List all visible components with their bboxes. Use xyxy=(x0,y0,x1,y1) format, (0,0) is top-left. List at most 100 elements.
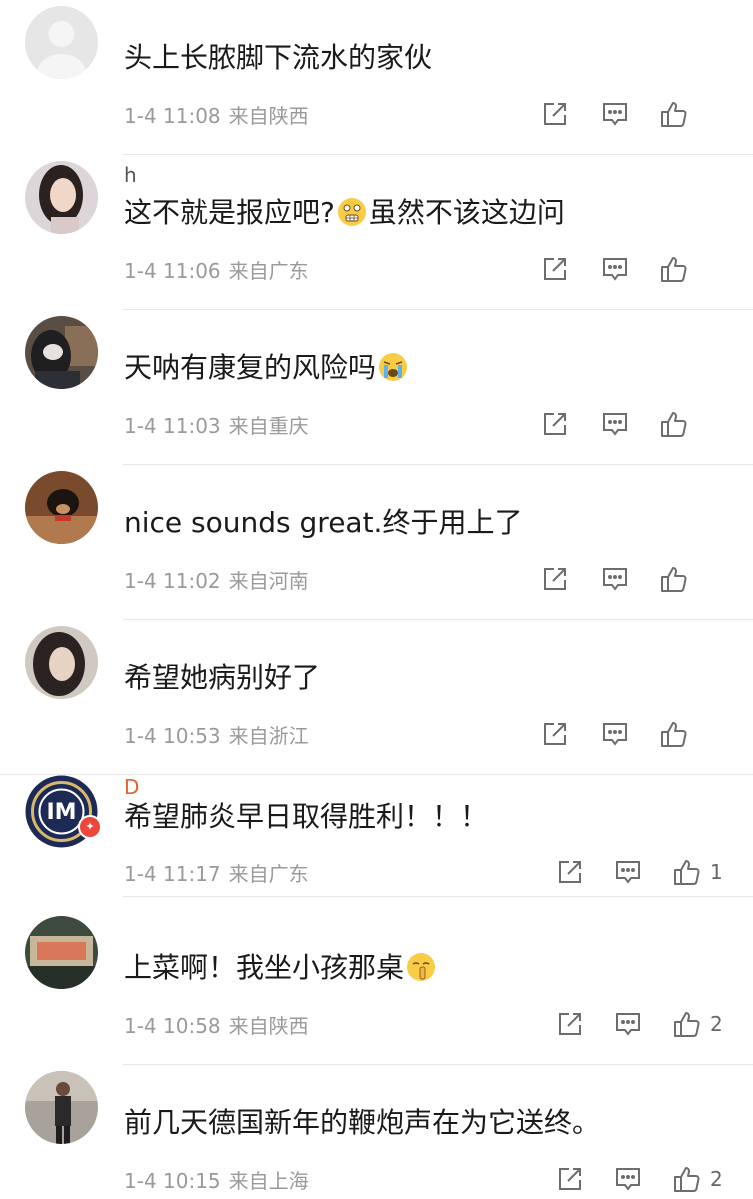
avatar[interactable] xyxy=(25,316,98,389)
divider xyxy=(123,896,753,897)
like-count: 1 xyxy=(710,860,723,884)
share-button[interactable] xyxy=(541,252,569,286)
reply-button[interactable] xyxy=(614,1007,642,1041)
like-button[interactable] xyxy=(659,562,697,596)
comment-location: 来自浙江 xyxy=(228,724,309,748)
like-button[interactable] xyxy=(659,407,697,441)
share-button[interactable] xyxy=(541,97,569,131)
avatar[interactable] xyxy=(25,626,98,699)
thumbs-up-icon xyxy=(674,860,700,885)
share-icon xyxy=(544,723,566,745)
comment-text-part: 上菜啊！我坐小孩那桌 xyxy=(124,951,405,984)
comment-meta: 1-4 10:15 来自上海 xyxy=(124,1165,309,1194)
avatar[interactable] xyxy=(25,471,98,544)
comment-location: 来自陕西 xyxy=(228,104,309,128)
svg-text:IM: IM xyxy=(46,800,76,825)
comment-meta: 1-4 10:53 来自浙江 xyxy=(124,720,309,749)
share-icon xyxy=(544,103,566,125)
reply-button[interactable] xyxy=(614,1162,642,1196)
share-button[interactable] xyxy=(541,562,569,596)
username[interactable]: h xyxy=(124,163,137,189)
comment-icon xyxy=(616,861,640,884)
share-icon xyxy=(559,1013,581,1035)
comment-text: 希望她病别好了 xyxy=(124,661,321,694)
comment-location: 来自广东 xyxy=(228,259,309,283)
share-button[interactable] xyxy=(541,717,569,751)
comment-date: 1-4 11:06 xyxy=(124,259,221,283)
comment-meta: 1-4 11:03 来自重庆 xyxy=(124,410,309,439)
share-button[interactable] xyxy=(541,407,569,441)
comment-actions: 1 xyxy=(556,855,731,889)
comment-date: 1-4 11:03 xyxy=(124,414,221,438)
thumbs-up-icon xyxy=(674,1012,700,1037)
comment-meta: 1-4 11:02 来自河南 xyxy=(124,565,309,594)
share-button[interactable] xyxy=(556,1007,584,1041)
comment-text: 前几天德国新年的鞭炮声在为它送终。 xyxy=(124,1106,601,1139)
comment-date: 1-4 11:08 xyxy=(124,104,221,128)
comment-location: 来自河南 xyxy=(228,569,309,593)
avatar[interactable] xyxy=(25,1071,98,1144)
comment-date: 1-4 11:02 xyxy=(124,569,221,593)
comment-item: 希望她病别好了 1-4 10:53 来自浙江 xyxy=(0,620,753,775)
comment-item: 天呐有康复的风险吗 1-4 11:03 来自重庆 xyxy=(0,310,753,465)
comment-item: 前几天德国新年的鞭炮声在为它送终。 1-4 10:15 来自上海 2 xyxy=(0,1065,753,1199)
shush-face-icon xyxy=(407,953,436,981)
comment-date: 1-4 10:58 xyxy=(124,1014,221,1038)
share-button[interactable] xyxy=(556,855,584,889)
avatar[interactable] xyxy=(25,916,98,989)
comment-icon xyxy=(603,258,627,281)
like-button[interactable]: 1 xyxy=(672,855,723,889)
share-button[interactable] xyxy=(556,1162,584,1196)
comment-meta: 1-4 11:08 来自陕西 xyxy=(124,100,309,129)
like-button[interactable]: 2 xyxy=(672,1162,723,1196)
comment-date: 1-4 11:17 xyxy=(124,862,221,886)
like-button[interactable] xyxy=(659,717,697,751)
comment-text: 上菜啊！我坐小孩那桌 xyxy=(124,948,438,988)
thumbs-up-icon xyxy=(661,257,687,282)
comment-item: IM ✦ D 希望肺炎早日取得胜利！！！ 1-4 11:17 来自广东 1 xyxy=(0,775,753,930)
like-button[interactable] xyxy=(659,97,697,131)
share-icon xyxy=(559,861,581,883)
comment-text-part: 天呐有康复的风险吗 xyxy=(124,351,377,384)
thumbs-up-icon xyxy=(661,567,687,592)
comment-actions xyxy=(541,252,731,286)
comment-meta: 1-4 11:06 来自广东 xyxy=(124,255,309,284)
comment-location: 来自上海 xyxy=(228,1169,309,1193)
comment-actions xyxy=(541,407,731,441)
comment-text: 天呐有康复的风险吗 xyxy=(124,348,410,388)
comment-meta: 1-4 11:17 来自广东 xyxy=(124,858,309,887)
reply-button[interactable] xyxy=(601,407,629,441)
comment-text: 这不就是报应吧? 虽然不该这边问 xyxy=(124,193,565,233)
comment-icon xyxy=(603,413,627,436)
comment-location: 来自重庆 xyxy=(228,414,309,438)
comment-icon xyxy=(616,1013,640,1036)
comment-date: 1-4 10:15 xyxy=(124,1169,221,1193)
share-icon xyxy=(544,258,566,280)
comment-actions xyxy=(541,562,731,596)
like-button[interactable]: 2 xyxy=(672,1007,723,1041)
reply-button[interactable] xyxy=(601,252,629,286)
comment-text-part: 虽然不该这边问 xyxy=(368,196,565,229)
reply-button[interactable] xyxy=(614,855,642,889)
reply-button[interactable] xyxy=(601,97,629,131)
comment-date: 1-4 10:53 xyxy=(124,724,221,748)
share-icon xyxy=(544,568,566,590)
shocked-face-icon xyxy=(337,198,366,226)
comment-location: 来自广东 xyxy=(228,862,309,886)
thumbs-up-icon xyxy=(661,412,687,437)
comment-actions xyxy=(541,717,731,751)
comment-item: h 这不就是报应吧? 虽然不该这边问 1-4 11:06 来自广东 xyxy=(0,155,753,310)
comment-text: nice sounds great.终于用上了 xyxy=(124,506,523,539)
reply-button[interactable] xyxy=(601,717,629,751)
avatar[interactable] xyxy=(25,161,98,234)
reply-button[interactable] xyxy=(601,562,629,596)
like-count: 2 xyxy=(710,1012,723,1036)
like-button[interactable] xyxy=(659,252,697,286)
comment-icon xyxy=(603,723,627,746)
comment-meta: 1-4 10:58 来自陕西 xyxy=(124,1010,309,1039)
verified-badge-icon: ✦ xyxy=(78,815,102,839)
comment-icon xyxy=(616,1168,640,1191)
avatar[interactable] xyxy=(25,6,98,79)
comment-actions: 2 xyxy=(556,1162,731,1196)
comment-item: 头上长脓脚下流水的家伙 1-4 11:08 来自陕西 xyxy=(0,0,753,155)
